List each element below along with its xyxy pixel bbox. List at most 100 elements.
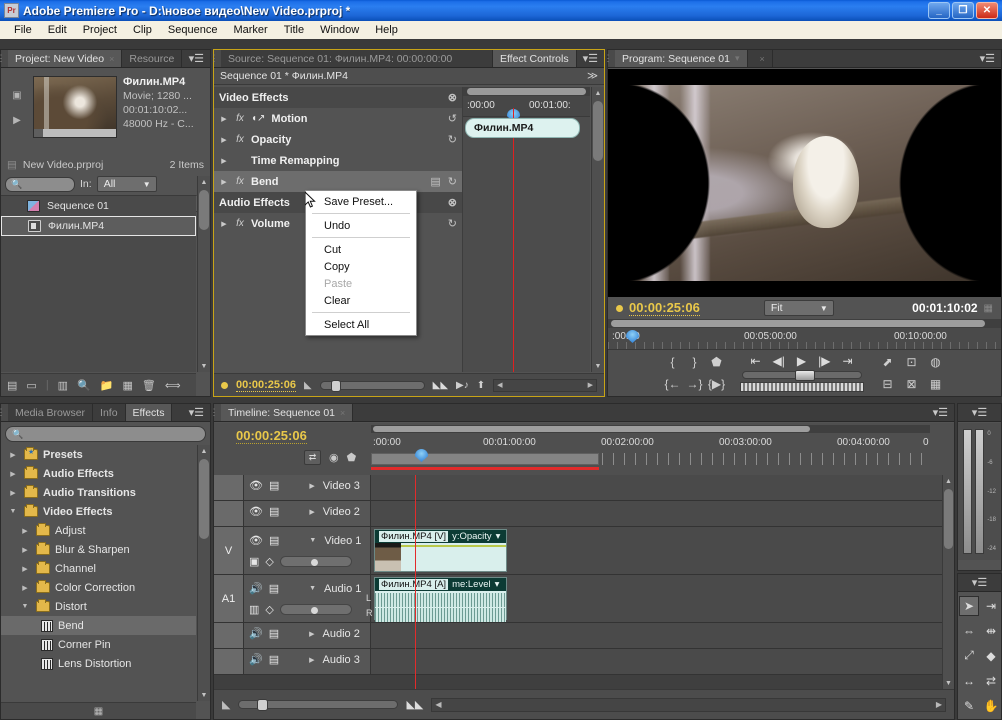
clear-icon[interactable]: 🗑 [142,379,156,392]
chevron-down-icon[interactable]: ▼ [7,508,19,515]
chevron-down-icon[interactable]: ▼ [309,537,316,544]
eye-icon[interactable]: 👁 [249,479,263,492]
tree-item-distort[interactable]: ▼ Distort [1,597,196,616]
export-frame-icon[interactable]: ⬈ [882,355,892,369]
program-duration-timecode[interactable]: 00:01:10:02 [912,301,977,315]
reset-icon[interactable]: ↺ [448,112,457,125]
tab-program[interactable]: Program: Sequence 01 ▾ [615,50,748,67]
track-content[interactable]: Филин.MP4 [A] me:Level ▾ L R [371,575,954,622]
track-keyframe-nav[interactable] [280,556,352,567]
chevron-right-icon[interactable]: ▶ [19,584,31,592]
filter-select[interactable]: All ▼ [97,176,157,192]
timeline-current-timecode[interactable]: 00:00:25:06 [236,428,307,444]
mark-in-icon[interactable]: { [670,355,674,369]
step-back-icon[interactable]: ◀| [773,354,785,368]
tree-item-blur-sharpen[interactable]: ▶ Blur & Sharpen [1,540,196,559]
track-keyframe-nav[interactable] [280,604,352,615]
scroll-down-icon[interactable]: ▼ [592,360,604,372]
list-item[interactable]: Филин.MP4 [1,216,196,236]
menu-item-undo[interactable]: Undo [306,217,416,234]
chevron-right-icon[interactable]: ▶ [309,630,314,638]
setup-icon[interactable]: ▤ [430,175,440,188]
chevron-right-icon[interactable]: ▶ [219,157,229,165]
menu-project[interactable]: Project [75,21,125,39]
hand-tool[interactable]: ✋ [981,696,1001,716]
tab-source[interactable]: Source: Sequence 01: Филин.MP4: 00:00:00… [221,50,493,67]
close-icon[interactable]: × [340,408,345,418]
keyframe-icon[interactable]: ◇ [265,555,273,568]
linked-selection-icon[interactable]: ◉ [329,451,339,464]
ripple-edit-tool[interactable]: ⇔ [959,621,979,641]
rolling-edit-tool[interactable]: ⇹ [981,621,1001,641]
tree-item-lens-distortion[interactable]: Lens Distortion [1,654,196,673]
tab-resource[interactable]: Resource [122,50,182,67]
chevron-right-icon[interactable]: ▶ [7,451,19,459]
reset-icon[interactable]: ↻ [448,175,457,188]
new-custom-bin-icon[interactable]: ▦ [94,706,103,717]
go-to-next-edit-icon[interactable]: ⇥ [842,354,852,368]
work-area-bar[interactable] [371,453,599,465]
add-marker-icon[interactable]: ⬟ [347,451,357,464]
pen-tool[interactable]: ✎ [959,696,979,716]
collapse-icon[interactable]: ⊗ [448,196,457,209]
new-item-icon[interactable]: ▦ [122,379,132,392]
expand-all-icon[interactable]: ≫ [587,70,604,82]
effect-row-bend[interactable]: ▶ fx Bend ▤ ↻ [214,171,462,192]
close-icon[interactable]: × [760,54,765,64]
program-zoom-scrollbar[interactable] [608,319,1001,328]
chevron-right-icon[interactable]: ▶ [19,546,31,554]
keyframe-icon[interactable]: ◇ [265,603,273,616]
collapse-icon[interactable]: ⊗ [448,91,457,104]
add-marker-icon[interactable]: ⬟ [711,355,721,369]
ec-timeline-scrollbar[interactable] [463,87,590,96]
track-select-tool[interactable]: ⇥ [981,596,1001,616]
tab-info[interactable]: Info [93,404,126,421]
search-input[interactable]: 🔍 [5,177,75,192]
minimize-button[interactable]: _ [928,2,950,19]
new-bin-icon[interactable]: 📁 [100,379,114,392]
timeline-vertical-scrollbar[interactable]: ▲ ▼ [942,475,954,689]
go-to-in-icon[interactable]: {← [664,377,680,391]
track-content[interactable]: Филин.MP4 [V] y:Opacity ▾ [371,527,954,574]
tree-item-audio-effects[interactable]: ▶ Audio Effects [1,464,196,483]
tab-effects[interactable]: Effects [126,404,173,421]
effects-scrollbar[interactable]: ▲ ▼ [197,445,210,701]
chevron-right-icon[interactable]: ▶ [19,527,31,535]
list-item[interactable]: Sequence 01 [1,196,196,216]
menu-marker[interactable]: Marker [225,21,275,39]
selection-tool[interactable]: ➤ [959,596,979,616]
lock-toggle-icon[interactable]: ▤ [269,479,279,492]
lock-toggle-icon[interactable]: ▤ [269,582,279,595]
audio-waveform-icon[interactable]: ▶♪ [456,380,469,391]
speaker-icon[interactable]: 🔊 [249,582,263,595]
chevron-right-icon[interactable]: ▶ [219,136,229,144]
close-button[interactable]: ✕ [976,2,998,19]
chevron-right-icon[interactable]: ▶ [309,656,314,664]
go-to-out-icon[interactable]: →} [686,377,702,391]
lock-toggle-icon[interactable]: ▤ [269,505,279,518]
razor-tool[interactable]: ◆ [981,646,1001,666]
panel-menu-icon[interactable]: ▾☰ [974,50,1001,67]
panel-menu-icon[interactable]: ▾☰ [183,404,210,421]
find-icon[interactable]: 🔍 [77,379,91,392]
jog-slider[interactable] [742,371,862,379]
panel-grip-icon[interactable]: ⋮⋮ [1,50,8,67]
panel-grip-icon[interactable]: ⋮⋮ [214,404,221,421]
project-scrollbar[interactable]: ▲ ▼ [197,176,210,372]
resize-icon[interactable]: ⟺ [165,379,181,392]
multicam-icon[interactable]: ▦ [930,377,941,391]
track-header[interactable]: 👁 ▤ ▼ Video 1 ▣ ◇ [244,527,371,574]
tree-item-presets[interactable]: ▶ Presets [1,445,196,464]
zoom-out-icon[interactable]: ◣ [222,698,230,711]
scroll-thumb[interactable] [944,489,953,549]
chevron-right-icon[interactable]: ▶ [219,115,229,123]
track-content[interactable] [371,649,954,674]
thumbnail-scrub-bar[interactable] [34,129,116,137]
track-header[interactable]: 🔊 ▤ ▶ Audio 2 [244,623,371,648]
poster-frame-icon[interactable]: ▣ [12,90,21,101]
timeline-horizontal-scrollbar[interactable]: ◀▶ [431,698,946,712]
shuttle-control[interactable] [740,382,864,392]
chevron-down-icon[interactable]: ▼ [309,585,316,592]
collapse-track-icon[interactable]: ▣ [249,555,259,568]
tree-item-audio-transitions[interactable]: ▶ Audio Transitions [1,483,196,502]
